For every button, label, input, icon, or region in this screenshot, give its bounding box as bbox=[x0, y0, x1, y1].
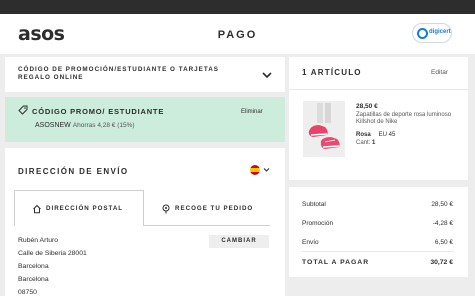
address-name: Rubén Arturo bbox=[18, 237, 59, 244]
subtotal-label: Subtotal bbox=[302, 201, 326, 208]
chevron-down-icon[interactable] bbox=[261, 69, 273, 81]
edit-order-link[interactable]: Editar bbox=[431, 68, 448, 77]
promotion-label: Promoción bbox=[302, 220, 334, 227]
tab-pickup-label[interactable]: RECOGE TU PEDIDO bbox=[175, 205, 253, 213]
product-quantity: Cant: 1 bbox=[356, 140, 375, 147]
total-value: 30,72 € bbox=[430, 259, 453, 266]
spain-flag-icon[interactable] bbox=[250, 165, 260, 175]
address-street: Calle de Siberia 28001 bbox=[18, 250, 87, 257]
total-label: TOTAL A PAGAR bbox=[302, 259, 370, 266]
shipping-title: DIRECCIÓN DE ENVÍO bbox=[18, 167, 129, 176]
digicert-seal-icon bbox=[417, 28, 428, 39]
chevron-down-icon[interactable] bbox=[263, 166, 270, 173]
applied-promo-title: CÓDIGO PROMO/ ESTUDIANTE bbox=[32, 107, 165, 116]
subtotal-value: 28,50 € bbox=[431, 201, 453, 208]
product-image[interactable] bbox=[303, 101, 345, 157]
promo-code-section[interactable]: CÓDIGO DE PROMOCIÓN/ESTUDIANTE O TARJETA… bbox=[5, 57, 285, 92]
shipping-address-section: DIRECCIÓN DE ENVÍO DIRECCIÓN POSTAL RECO… bbox=[5, 148, 285, 296]
product-price: 28,50 € bbox=[356, 103, 378, 110]
order-totals: Subtotal 28,50 € Promoción -4,28 € Envío… bbox=[289, 187, 468, 277]
order-item-count: 1 ARTÍCULO bbox=[302, 68, 362, 77]
shipping-cost-label: Envío bbox=[302, 239, 319, 246]
tab-postal-label[interactable]: DIRECCIÓN POSTAL bbox=[46, 205, 123, 213]
tabs-divider bbox=[144, 225, 270, 226]
quantity-label: Cant: bbox=[356, 140, 371, 146]
divider bbox=[289, 89, 468, 90]
change-address-button[interactable]: CAMBIAR bbox=[209, 235, 269, 248]
promo-code: ASOSNEW bbox=[35, 122, 71, 129]
page-title: PAGO bbox=[217, 29, 258, 41]
address-province: Barcelona bbox=[18, 276, 49, 283]
quantity-value: 1 bbox=[372, 140, 376, 146]
product-size: EU 45 bbox=[378, 132, 396, 138]
promo-section-title: CÓDIGO DE PROMOCIÓN/ESTUDIANTE O TARJETA… bbox=[18, 66, 219, 81]
product-variant: Rosa EU 45 bbox=[356, 132, 395, 139]
order-summary: 1 ARTÍCULO Editar 28,50 € Zapatillas de … bbox=[289, 57, 468, 180]
location-pin-icon bbox=[162, 204, 170, 214]
promotion-value: -4,28 € bbox=[432, 220, 453, 227]
remove-promo-link[interactable]: Eliminar bbox=[241, 108, 263, 116]
digicert-badge[interactable]: digicert bbox=[412, 23, 452, 43]
top-dark-bar bbox=[0, 0, 475, 14]
address-postcode: 08750 bbox=[18, 289, 37, 296]
promo-savings: Ahorras 4,28 € (15%) bbox=[72, 122, 135, 129]
divider bbox=[302, 251, 454, 252]
product-description[interactable]: Zapatillas de deporte rosa luminoso Kill… bbox=[356, 112, 461, 127]
applied-promo-banner: CÓDIGO PROMO/ ESTUDIANTE Eliminar ASOSNE… bbox=[5, 97, 285, 142]
address-city: Barcelona bbox=[18, 263, 49, 270]
shipping-cost-value: 6,50 € bbox=[434, 239, 453, 246]
digicert-badge-label: digicert bbox=[429, 29, 451, 35]
applied-promo-details: ASOSNEW Ahorras 4,28 € (15%) bbox=[35, 121, 135, 130]
product-color: Rosa bbox=[356, 132, 371, 138]
tag-icon bbox=[18, 105, 28, 115]
home-icon bbox=[33, 204, 41, 214]
header: asos PAGO digicert bbox=[0, 14, 475, 54]
